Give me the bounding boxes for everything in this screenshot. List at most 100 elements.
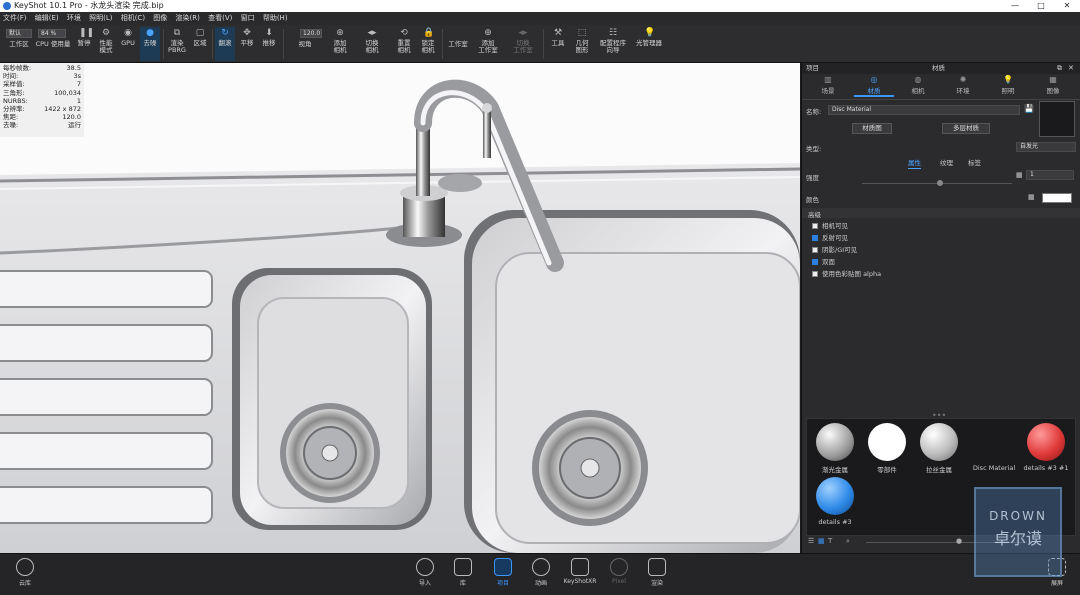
multi-layer-material-button[interactable]: 多层材质 xyxy=(942,123,990,134)
tumble-button[interactable]: ↻ 翻滚 xyxy=(215,27,235,61)
lock-camera-button[interactable]: 🔒 锁定 相机 xyxy=(416,27,440,54)
divider xyxy=(802,99,1080,100)
keyshotxr-button[interactable]: KeyShotXR xyxy=(562,557,598,585)
grid-view-icon[interactable]: ▦ xyxy=(818,537,825,545)
cloud-library-button[interactable]: 云库 xyxy=(10,557,40,587)
workspace-select[interactable]: 默认 xyxy=(6,29,32,38)
pixel-button[interactable]: Pixel xyxy=(604,557,634,585)
material-name-input[interactable]: Disc Material xyxy=(828,105,1020,115)
menu-lighting[interactable]: 照明(L) xyxy=(86,12,115,25)
subtab-labels[interactable]: 标签 xyxy=(968,157,981,167)
subtab-properties[interactable]: 属性 xyxy=(908,157,921,169)
option-camera-visible[interactable]: 相机可见 xyxy=(812,222,848,230)
checkbox-checked[interactable] xyxy=(812,235,818,241)
list-view-icon[interactable]: ☰ xyxy=(808,537,814,545)
checkbox[interactable] xyxy=(812,271,818,277)
tools-button[interactable]: ⚒ 工具 xyxy=(548,27,568,47)
performance-mode-button[interactable]: ⚙ 性能 模式 xyxy=(96,27,116,54)
checkbox[interactable] xyxy=(812,247,818,253)
texture-icon[interactable]: ▦ xyxy=(1016,171,1023,179)
color-texture-icon[interactable]: ▦ xyxy=(1028,193,1035,201)
material-type-select[interactable]: 自发光 xyxy=(1016,142,1076,152)
material-name: Disc Material xyxy=(972,464,1016,472)
add-studio-button[interactable]: ⊕ 添加 工作室 xyxy=(475,27,501,54)
render-button[interactable]: 渲染 xyxy=(642,557,672,587)
geometry-icon: ⬚ xyxy=(577,28,587,38)
intensity-slider-handle[interactable] xyxy=(937,180,943,186)
library-material-item[interactable]: 拉丝金属 xyxy=(913,423,965,474)
pause-icon: ❚❚ xyxy=(79,28,95,38)
tab-image[interactable]: ▦ 图像 xyxy=(1033,75,1073,95)
pause-button[interactable]: ❚❚ 暂停 xyxy=(74,27,95,47)
dolly-button[interactable]: ⬇ 推移 xyxy=(259,27,279,47)
option-reflection-visible[interactable]: 反射可见 xyxy=(812,234,848,242)
geometry-button[interactable]: ⬚ 几何 图形 xyxy=(571,27,593,54)
menu-image[interactable]: 图像 xyxy=(150,12,170,25)
color-swatch[interactable] xyxy=(1042,193,1072,203)
library-material-item[interactable]: 渐光金属 xyxy=(809,423,861,474)
library-icon xyxy=(454,558,472,576)
animation-button[interactable]: 动画 xyxy=(526,557,556,587)
denoise-button[interactable]: ● 去噪 xyxy=(140,27,160,61)
minimize-button[interactable]: — xyxy=(1004,0,1026,12)
light-manager-button[interactable]: 💡 光管理器 xyxy=(634,27,664,47)
cpu-usage-button[interactable]: CPU 使用量 xyxy=(34,41,72,48)
add-camera-button[interactable]: ⊕ 添加 相机 xyxy=(328,27,352,54)
tab-camera[interactable]: ◍ 相机 xyxy=(898,75,938,95)
tab-lighting[interactable]: 💡 照明 xyxy=(988,75,1028,95)
menu-view[interactable]: 查看(V) xyxy=(205,12,235,25)
intensity-input[interactable]: 1 xyxy=(1026,170,1074,180)
configurator-wizard-button[interactable]: ☷ 配置程序 向导 xyxy=(596,27,630,54)
panel-undock-icon[interactable]: ⧉ xyxy=(1057,63,1062,74)
render-region-button[interactable]: ⧉ 渲染 PBRG xyxy=(166,27,188,54)
gpu-button[interactable]: ◉ GPU xyxy=(118,27,138,47)
tab-scene[interactable]: ▥ 场景 xyxy=(808,75,848,95)
text-view-icon[interactable]: T xyxy=(828,537,832,545)
menu-render[interactable]: 渲染(R) xyxy=(173,12,203,25)
maximize-button[interactable]: □ xyxy=(1030,0,1052,12)
studio-button[interactable]: 工作室 xyxy=(445,41,471,48)
slider-handle[interactable]: ● xyxy=(956,537,962,545)
menu-window[interactable]: 窗口 xyxy=(238,12,258,25)
library-material-item-selected[interactable]: Disc Material xyxy=(963,423,1025,472)
tab-material[interactable]: ◎ 材质 xyxy=(854,75,894,97)
reset-camera-button[interactable]: ⟲ 重置 相机 xyxy=(392,27,416,54)
project-icon xyxy=(494,558,512,576)
region-button[interactable]: ▢ 区域 xyxy=(190,27,210,47)
close-button[interactable]: ✕ xyxy=(1056,0,1078,12)
import-button[interactable]: 导入 xyxy=(410,557,440,587)
switch-studio-button[interactable]: ◂▸ 切换 工作室 xyxy=(510,27,536,54)
tab-environment[interactable]: ✺ 环境 xyxy=(943,75,983,95)
panel-close-icon[interactable]: ✕ xyxy=(1068,63,1074,74)
render-viewport[interactable] xyxy=(0,63,800,553)
menu-camera[interactable]: 相机(C) xyxy=(118,12,148,25)
advanced-section-header[interactable]: 高级 xyxy=(802,208,1080,219)
material-graph-button[interactable]: 材质图 xyxy=(852,123,892,134)
library-material-item[interactable]: 零部件 xyxy=(861,423,913,474)
menu-environment[interactable]: 环境 xyxy=(64,12,84,25)
search-icon[interactable]: ⌕ xyxy=(846,537,850,546)
checkbox[interactable] xyxy=(812,223,818,229)
import-label: 导入 xyxy=(418,580,431,587)
library-material-item[interactable]: details #3 #1 xyxy=(1017,423,1075,472)
subtab-textures[interactable]: 纹理 xyxy=(940,157,953,167)
menu-file[interactable]: 文件(F) xyxy=(0,12,30,25)
option-shadow-gi-visible[interactable]: 阴影/GI可见 xyxy=(812,246,857,254)
library-button[interactable]: 库 xyxy=(448,557,478,587)
switch-camera-button[interactable]: ◂▸ 切换 相机 xyxy=(360,27,384,54)
pan-button[interactable]: ✥ 平移 xyxy=(237,27,257,47)
library-material-item[interactable]: details #3 xyxy=(809,477,861,526)
dolly-label: 推移 xyxy=(262,39,276,47)
option-two-sided[interactable]: 双面 xyxy=(812,258,835,266)
cpu-percent-select[interactable]: 84 % xyxy=(38,29,66,38)
menu-bar: 文件(F) 编辑(E) 环境 照明(L) 相机(C) 图像 渲染(R) 查看(V… xyxy=(0,12,1080,25)
project-button[interactable]: 项目 xyxy=(488,557,518,587)
fov-button[interactable]: 视角 xyxy=(292,41,318,48)
menu-edit[interactable]: 编辑(E) xyxy=(32,12,62,25)
save-material-icon[interactable]: 💾 xyxy=(1024,104,1034,113)
workspace-button[interactable]: 工作区 xyxy=(6,41,32,48)
checkbox-checked[interactable] xyxy=(812,259,818,265)
fov-input[interactable]: 120.0 xyxy=(300,29,322,38)
menu-help[interactable]: 帮助(H) xyxy=(260,12,291,25)
option-use-color-alpha[interactable]: 使用色彩贴图 alpha xyxy=(812,270,881,278)
